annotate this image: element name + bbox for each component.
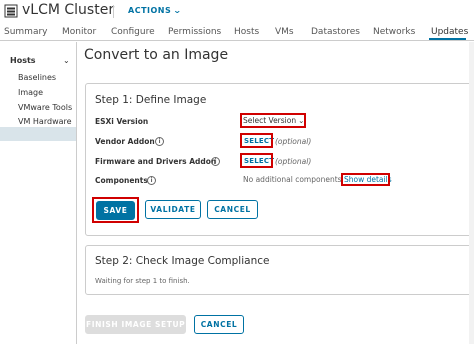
sidebar-item-baselines[interactable]: Baselines	[18, 73, 56, 82]
sidebar-group-hosts[interactable]: Hosts	[10, 56, 36, 65]
info-icon[interactable]: i	[211, 157, 220, 166]
sidebar-item-vmware-tools[interactable]: VMware Tools	[18, 103, 72, 112]
step2-card	[85, 245, 474, 295]
validate-button[interactable]: VALIDATE	[145, 200, 201, 219]
esxi-version-label: ESXi Version	[95, 117, 149, 126]
chevron-down-icon[interactable]: ⌄	[63, 56, 70, 65]
tab-hosts[interactable]: Hosts	[234, 27, 259, 37]
components-label: Components	[95, 176, 148, 185]
tab-summary[interactable]: Summary	[4, 27, 48, 37]
sidebar: Hosts ⌄ Baselines Image VMware Tools VM …	[0, 42, 77, 344]
step1-title: Step 1: Define Image	[95, 94, 207, 106]
header-bar: vLCM Cluster ACTIONS ⌄	[0, 0, 474, 22]
actions-menu-button[interactable]: ACTIONS ⌄	[128, 6, 183, 15]
highlight-box	[341, 173, 390, 186]
cancel-button[interactable]: CANCEL	[194, 315, 244, 334]
page-title: Convert to an Image	[84, 47, 229, 63]
scrollbar[interactable]	[469, 42, 474, 344]
step2-title: Step 2: Check Image Compliance	[95, 255, 270, 267]
sidebar-selection-highlight	[0, 127, 76, 141]
chevron-down-icon: ⌄	[173, 6, 183, 15]
vendor-addon-optional: (optional)	[275, 137, 312, 146]
info-icon[interactable]: i	[155, 137, 164, 146]
components-value: No additional components	[243, 175, 342, 184]
tab-permissions[interactable]: Permissions	[168, 27, 221, 37]
page-header-title: vLCM Cluster	[22, 2, 115, 18]
sidebar-item-vm-hardware[interactable]: VM Hardware	[18, 117, 72, 126]
finish-image-setup-button[interactable]: FINISH IMAGE SETUP	[85, 315, 186, 334]
tab-configure[interactable]: Configure	[111, 27, 155, 37]
tab-vms[interactable]: VMs	[275, 27, 294, 37]
cancel-button[interactable]: CANCEL	[207, 200, 258, 219]
tab-datastores[interactable]: Datastores	[311, 27, 360, 37]
tab-monitor[interactable]: Monitor	[62, 27, 96, 37]
header-divider	[113, 5, 114, 18]
highlight-box	[240, 133, 273, 148]
tab-updates[interactable]: Updates	[431, 27, 468, 37]
tab-bar: Summary Monitor Configure Permissions Ho…	[0, 22, 474, 41]
vendor-addon-label: Vendor Addon	[95, 137, 155, 146]
step2-status: Waiting for step 1 to finish.	[95, 277, 190, 285]
firmware-addon-optional: (optional)	[275, 157, 312, 166]
save-button[interactable]: SAVE	[96, 201, 135, 220]
highlight-box	[240, 153, 273, 168]
active-tab-indicator	[429, 38, 466, 40]
info-icon[interactable]: i	[147, 176, 156, 185]
firmware-addon-label: Firmware and Drivers Addon	[95, 157, 217, 166]
tab-networks[interactable]: Networks	[373, 27, 415, 37]
sidebar-item-image[interactable]: Image	[18, 88, 43, 97]
cluster-icon	[4, 4, 18, 18]
highlight-box	[240, 113, 306, 128]
